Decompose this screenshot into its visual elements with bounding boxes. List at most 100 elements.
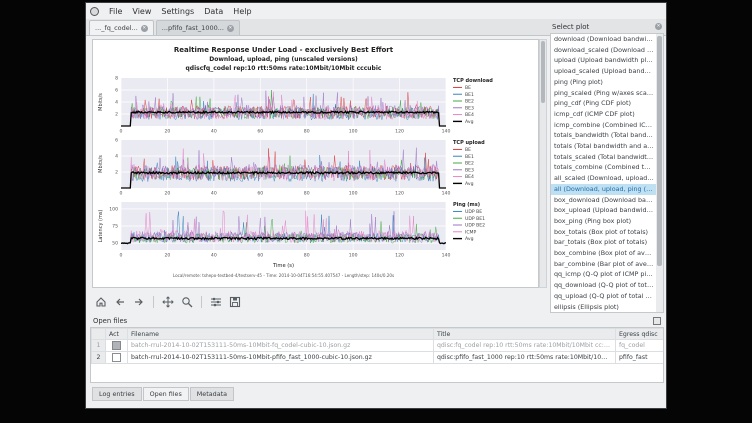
configure-subplots-icon[interactable]	[209, 295, 223, 309]
svg-text:qdiscfq_codel rep:10 rtt:50ms: qdiscfq_codel rep:10 rtt:50ms rate:10Mbi…	[186, 65, 382, 72]
plot-list-item[interactable]: download (Download bandwidth plot)	[551, 34, 663, 45]
column-header[interactable]: Title	[434, 329, 616, 340]
bottom-tab-log-entries[interactable]: Log entries	[92, 387, 142, 401]
plot-list-item[interactable]: all_scaled (Download, upload, ping (scal…	[551, 173, 663, 184]
plot-list-item[interactable]: totals_scaled (Total bandwidth and avg p…	[551, 152, 663, 163]
svg-text:8: 8	[115, 76, 118, 82]
title-cell: qdisc:pfifo_fast_1000 rep:10 rtt:50ms ra…	[434, 352, 616, 364]
svg-text:20: 20	[164, 191, 170, 197]
plot-scrollbar[interactable]	[539, 39, 547, 288]
svg-text:100: 100	[349, 253, 358, 259]
svg-text:Mbits/s: Mbits/s	[98, 155, 104, 173]
egress-qdisc-cell: pfifo_fast	[616, 352, 664, 364]
plot-list-item[interactable]: icmp_cdf (ICMP CDF plot)	[551, 109, 663, 120]
plot-list-scrollbar-thumb[interactable]	[657, 36, 662, 266]
svg-text:140: 140	[442, 129, 451, 135]
filename-cell: batch-rrul-2014-10-02T153111-50ms-10Mbit…	[128, 352, 434, 364]
column-header[interactable]: Filename	[128, 329, 434, 340]
svg-text:75: 75	[112, 224, 118, 230]
plot-list-item[interactable]: ping (Ping plot)	[551, 77, 663, 88]
svg-text:Download, upload, ping (unscal: Download, upload, ping (unscaled version…	[209, 56, 358, 63]
plot-list-item[interactable]: upload (Upload bandwidth plot)	[551, 55, 663, 66]
svg-text:UDP BE: UDP BE	[465, 209, 482, 215]
svg-text:120: 120	[395, 191, 404, 197]
svg-text:Avg: Avg	[465, 119, 474, 125]
egress-qdisc-cell: fq_codel	[616, 340, 664, 352]
plot-list-item[interactable]: qq_download (Q-Q plot of total download …	[551, 280, 663, 291]
column-header[interactable]: Egress qdisc	[616, 329, 664, 340]
svg-text:6: 6	[115, 88, 118, 94]
svg-text:ICMP: ICMP	[465, 229, 477, 235]
forward-arrow-icon[interactable]	[132, 295, 146, 309]
file-row[interactable]: 1 batch-rrul-2014-10-02T153111-50ms-10Mbi…	[92, 340, 664, 352]
menu-item-view[interactable]: View	[127, 7, 156, 16]
svg-text:100: 100	[109, 206, 118, 212]
plot-list-item[interactable]: qq_icmp (Q-Q plot of ICMP pings)	[551, 269, 663, 280]
svg-text:60: 60	[257, 253, 263, 259]
document-tab-0[interactable]: ..._fq_codel...✕	[89, 20, 154, 35]
toolbar-separator	[201, 296, 202, 308]
plot-list-item[interactable]: box_combine (Box plot of averages of sev…	[551, 248, 663, 259]
menu-item-data[interactable]: Data	[199, 7, 228, 16]
menu-item-help[interactable]: Help	[228, 7, 256, 16]
active-checkbox[interactable]	[112, 341, 121, 350]
open-files-table-wrap: ActFilenameTitleEgress qdisc 1 batch-rrul-…	[90, 327, 664, 383]
plot-list-item[interactable]: totals_bandwidth (Total bandwidth)	[551, 130, 663, 141]
plot-list-scrollbar[interactable]	[656, 34, 663, 312]
column-header[interactable]: Act	[106, 329, 128, 340]
file-row[interactable]: 2batch-rrul-2014-10-02T153111-50ms-10Mbi…	[92, 352, 664, 364]
svg-text:Time (s): Time (s)	[272, 263, 294, 269]
pan-icon[interactable]	[161, 295, 175, 309]
plot-list-item[interactable]: bar_combine (Bar plot of averages of sev…	[551, 259, 663, 270]
menu-item-settings[interactable]: Settings	[156, 7, 199, 16]
plot-list-item[interactable]: upload_scaled (Upload bandwidth w/axes s…	[551, 66, 663, 77]
document-tab-1[interactable]: ...pfifo_fast_1000...✕	[156, 20, 240, 35]
svg-text:UDP BE1: UDP BE1	[465, 216, 485, 222]
plot-list-item[interactable]: ellipsis (Ellipsis plot)	[551, 302, 663, 313]
plot-list-item[interactable]: box_upload (Upload bandwidth box plot)	[551, 205, 663, 216]
plot-list-item[interactable]: icmp_combine (Combined ICMP ping plot)	[551, 120, 663, 131]
home-icon[interactable]	[94, 295, 108, 309]
svg-text:0: 0	[120, 191, 123, 197]
close-panel-icon[interactable]: ✕	[655, 23, 662, 30]
plot-list-item[interactable]: all (Download, upload, ping (unscaled ve…	[551, 184, 663, 195]
tab-close-icon[interactable]: ✕	[227, 25, 234, 32]
tab-close-icon[interactable]: ✕	[141, 25, 148, 32]
float-panel-icon[interactable]	[653, 317, 661, 325]
plot-list-item[interactable]: box_ping (Ping box plot)	[551, 216, 663, 227]
back-arrow-icon[interactable]	[113, 295, 127, 309]
plot-scrollbar-thumb[interactable]	[541, 41, 545, 103]
plot-list-item[interactable]: totals_combine (Combined total bandwidth…	[551, 162, 663, 173]
svg-text:80: 80	[304, 191, 310, 197]
open-files-title: Open files	[93, 317, 127, 325]
plot-list-item[interactable]: ping_cdf (Ping CDF plot)	[551, 98, 663, 109]
plot-list-item[interactable]: ping_scaled (Ping w/axes scaled to remov…	[551, 88, 663, 99]
plot-list-item[interactable]: box_totals (Box plot of totals)	[551, 227, 663, 238]
svg-text:2: 2	[115, 112, 118, 118]
plot-list-item[interactable]: download_scaled (Download bandwidth w/ax…	[551, 45, 663, 56]
plot-canvas: Realtime Response Under Load - exclusive…	[92, 39, 539, 288]
svg-text:Local/remote: tshepo-testbed-4: Local/remote: tshepo-testbed-4/testserv-…	[173, 273, 394, 278]
bottom-tab-metadata[interactable]: Metadata	[190, 387, 234, 401]
bottom-tab-open-files[interactable]: Open files	[143, 387, 189, 401]
svg-text:BE1: BE1	[465, 92, 474, 98]
title-cell: qdisc:fq_codel rep:10 rtt:50ms rate:10Mb…	[434, 340, 616, 352]
menu-item-file[interactable]: File	[104, 7, 127, 16]
save-icon[interactable]	[228, 295, 242, 309]
zoom-icon[interactable]	[180, 295, 194, 309]
plot-toolbar	[94, 293, 242, 311]
active-checkbox[interactable]	[112, 353, 121, 362]
tab-label: ..._fq_codel...	[95, 24, 138, 32]
plot-list-item[interactable]: box_download (Download bandwidth box plo…	[551, 195, 663, 206]
plot-list-item[interactable]: bar_totals (Box plot of totals)	[551, 237, 663, 248]
row-number: 1	[92, 340, 106, 352]
app-icon[interactable]	[90, 7, 99, 16]
plot-list-item[interactable]: qq_upload (Q-Q plot of total upload band…	[551, 291, 663, 302]
filename-cell: batch-rrul-2014-10-02T153111-50ms-10Mbit…	[128, 340, 434, 352]
plot-list-item[interactable]: totals (Total bandwidth and average ping…	[551, 141, 663, 152]
open-files-header: Open files	[90, 315, 664, 327]
svg-text:4: 4	[115, 154, 118, 160]
svg-text:100: 100	[349, 129, 358, 135]
open-files-panel: Open files ActFilenameTitleEgress qdisc1…	[90, 315, 664, 383]
svg-text:4: 4	[115, 100, 118, 106]
